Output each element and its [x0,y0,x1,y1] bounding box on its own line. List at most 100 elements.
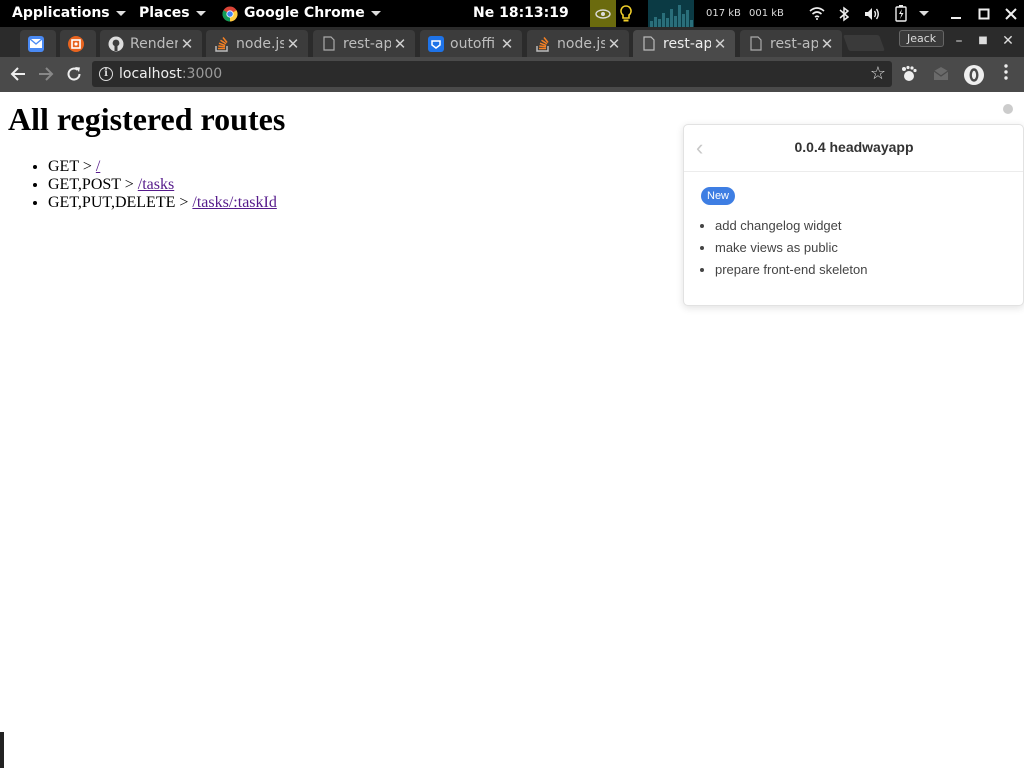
route-methods: GET,PUT,DELETE [48,194,176,211]
changelog-item: make views as public [715,237,867,259]
window-minimize-icon[interactable]: – [947,27,971,55]
minimize-icon[interactable] [946,0,966,27]
places-menu[interactable]: Places [139,0,206,27]
info-icon[interactable]: i [99,67,113,81]
opera-extension-icon[interactable] [964,65,984,85]
kebab-menu-icon [1004,64,1008,80]
tab-html5[interactable] [60,30,96,57]
app-menu[interactable]: Google Chrome [222,0,381,27]
applications-menu[interactable]: Applications [12,0,126,27]
route-separator: > [120,176,138,193]
tab-title: Render [130,35,178,52]
bluetooth-icon[interactable] [834,0,854,27]
tab-title: outoffi [450,35,496,52]
new-badge: New [701,187,736,205]
close-tab-icon[interactable]: ✕ [284,35,302,53]
route-item: GET,PUT,DELETE > /tasks/:taskId [48,194,277,212]
close-tab-icon[interactable]: ✕ [605,35,623,53]
headway-badge-dot[interactable] [1003,104,1013,114]
system-monitor-graph[interactable] [648,0,694,27]
close-tab-icon[interactable]: ✕ [178,35,196,53]
top-panel: Applications Places Google Chrome Ne 18:… [0,0,1024,27]
stackoverflow-icon [535,36,551,52]
chevron-down-icon [195,11,206,16]
bookmark-star-icon[interactable]: ☆ [870,63,886,84]
arrow-left-icon [10,67,25,81]
page-icon [748,36,764,52]
new-tab-button[interactable] [843,35,885,51]
changelog-widget: ‹ 0.0.4 headwayapp New add changelog wid… [683,124,1024,306]
applications-menu-label: Applications [12,5,110,21]
tab-title: rest-api [343,35,391,52]
system-menu-chevron-down-icon[interactable] [914,0,934,27]
page-icon [641,36,657,52]
lightbulb-icon[interactable] [616,0,636,27]
widget-title: 0.0.4 headwayapp [794,139,914,155]
window-close-icon[interactable]: ✕ [996,27,1020,55]
gmail-icon [28,35,44,52]
tab-render[interactable]: Render ✕ [100,30,202,57]
changelog-list: add changelog widget make views as publi… [715,215,867,281]
back-button[interactable] [5,62,31,88]
chevron-down-icon [115,11,126,16]
gnome-extension-icon[interactable] [900,65,920,85]
route-separator: > [175,194,193,211]
route-link[interactable]: / [96,158,100,175]
chrome-icon [222,6,238,22]
tab-gmail[interactable] [20,30,56,57]
route-link[interactable]: /tasks/:taskId [192,194,276,211]
browser-toolbar: i localhost:3000 ☆ [0,57,1024,92]
eye-icon[interactable] [590,0,616,27]
route-item: GET > / [48,158,277,176]
places-menu-label: Places [139,5,190,21]
tab-title: node.js [557,35,605,52]
chrome-menu-button[interactable] [993,62,1019,88]
routes-list: GET > / GET,POST > /tasks GET,PUT,DELETE… [48,158,277,212]
html5-icon [68,35,84,52]
net-down-speed: 017 kB [706,8,741,19]
tab-nodejs[interactable]: node.js ✕ [206,30,308,57]
reload-button[interactable] [61,62,87,88]
url-port: :3000 [181,66,223,82]
screen-corner-edge [0,732,4,768]
route-separator: > [78,158,96,175]
wifi-icon[interactable] [807,0,827,27]
page-icon [321,36,337,52]
volume-icon[interactable] [861,0,883,27]
bootstrap-icon [428,35,444,52]
profile-button[interactable]: Jeack [899,30,945,47]
route-methods: GET [48,158,79,175]
stackoverflow-icon [214,36,230,52]
close-tab-icon[interactable]: ✕ [498,35,516,53]
route-methods: GET,POST [48,176,121,193]
net-up-speed: 001 kB [749,8,784,19]
tab-nodejs-2[interactable]: node.js ✕ [527,30,629,57]
maximize-icon[interactable] [974,0,994,27]
tab-rest-api-active[interactable]: rest-api ✕ [633,30,735,57]
changelog-item: prepare front-end skeleton [715,259,867,281]
mail-extension-icon[interactable] [932,65,952,85]
tab-title: rest-api [770,35,818,52]
address-bar[interactable]: i localhost:3000 ☆ [92,61,892,87]
tab-rest-api[interactable]: rest-api ✕ [313,30,415,57]
url-host: localhost [119,66,182,82]
tab-strip: Render ✕ node.js ✕ rest-api ✕ outoffi ✕ … [0,27,1024,57]
close-tab-icon[interactable]: ✕ [391,35,409,53]
arrow-right-icon [39,67,54,81]
app-menu-label: Google Chrome [244,5,365,21]
window-maximize-icon[interactable]: ■ [971,27,995,55]
page-content: All registered routes GET > / GET,POST >… [0,92,1024,768]
tab-rest-api-3[interactable]: rest-api ✕ [740,30,842,57]
divider [684,171,1023,172]
tab-outoffi[interactable]: outoffi ✕ [420,30,522,57]
route-link[interactable]: /tasks [138,176,174,193]
close-icon[interactable] [1001,0,1021,27]
close-tab-icon[interactable]: ✕ [818,35,836,53]
github-icon [108,36,124,52]
close-tab-icon[interactable]: ✕ [711,35,729,53]
forward-button[interactable] [33,62,59,88]
reload-icon [67,67,81,81]
clock[interactable]: Ne 18:13:19 [473,0,569,27]
battery-icon[interactable] [891,0,911,27]
page-title: All registered routes [8,101,286,137]
